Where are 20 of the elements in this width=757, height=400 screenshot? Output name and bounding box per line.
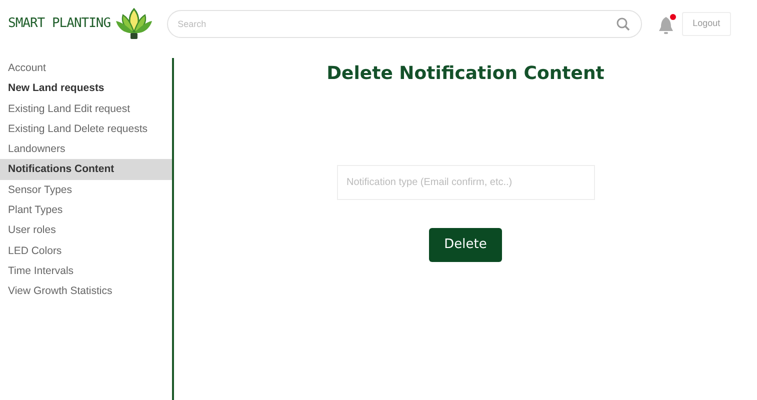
logo-text: SMART PLANTING [8, 15, 111, 34]
page-title: Delete Notification Content [326, 62, 604, 86]
search-field[interactable]: Search [166, 10, 642, 38]
search-icon [616, 17, 630, 31]
bell-icon[interactable] [658, 16, 674, 36]
notification-type-field[interactable]: Notification type (Email confirm, etc..) [336, 165, 594, 200]
sidebar-item[interactable]: New Land requests [0, 78, 172, 99]
sidebar-item[interactable]: Existing Land Edit request [0, 98, 172, 119]
sidebar-item[interactable]: Landowners [0, 139, 172, 160]
sidebar-item[interactable]: Sensor Types [0, 180, 172, 200]
sidebar-item[interactable]: LED Colors [0, 240, 172, 261]
sidebar-item[interactable]: Plant Types [0, 200, 172, 220]
sidebar-item[interactable]: View Growth Statistics [0, 281, 172, 302]
delete-button[interactable]: Delete [429, 228, 502, 262]
sidebar-item[interactable]: Time Intervals [0, 260, 172, 282]
lotus-bulb-icon [114, 6, 153, 42]
sidebar-item[interactable]: Notifications Content [0, 159, 172, 180]
sidebar-item[interactable]: User roles [0, 220, 172, 241]
sidebar-item[interactable]: Account [0, 58, 172, 78]
sidebar-item[interactable]: Existing Land Delete requests [0, 118, 172, 140]
